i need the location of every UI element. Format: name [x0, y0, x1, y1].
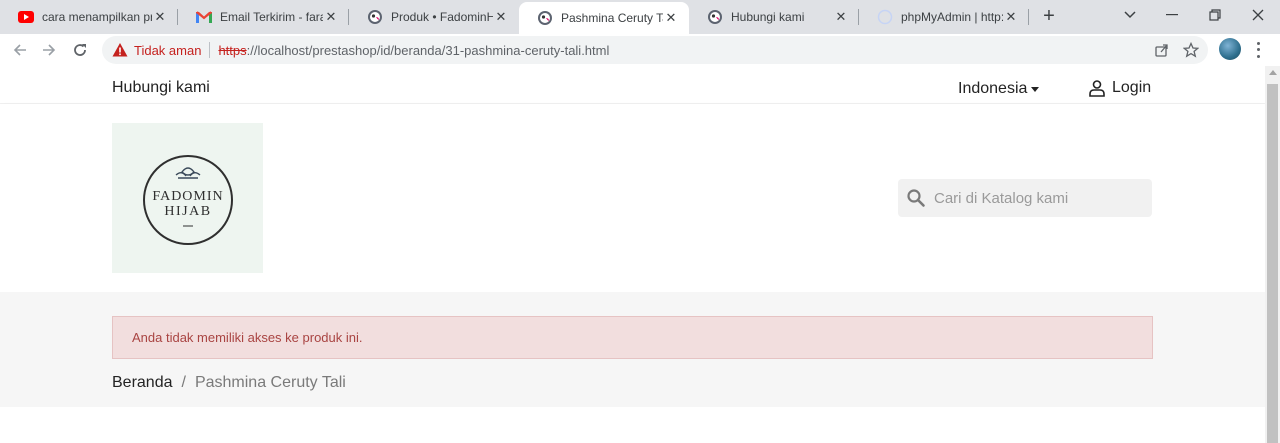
restore-icon[interactable]	[1200, 0, 1230, 30]
close-icon[interactable]: ✕	[833, 9, 849, 25]
logo-text-line1: FADOMIN	[152, 189, 223, 204]
address-bar[interactable]: Tidak aman https://localhost/prestashop/…	[102, 36, 1208, 64]
tab-search-icon[interactable]	[1115, 0, 1145, 30]
logo-emblem: FADOMIN HIJAB	[142, 155, 233, 245]
tab-hubungi[interactable]: Hubungi kami ✕	[689, 0, 859, 34]
reload-icon[interactable]	[69, 39, 91, 61]
tab-label: Hubungi kami	[731, 10, 805, 24]
prestashop-icon	[707, 9, 723, 25]
vertical-scrollbar[interactable]	[1265, 66, 1280, 443]
prestashop-icon	[367, 9, 383, 25]
tab-divider	[1028, 9, 1029, 25]
scrollbar-thumb[interactable]	[1267, 84, 1278, 443]
breadcrumb-home[interactable]: Beranda	[112, 374, 173, 392]
header-main: FADOMIN HIJAB	[0, 104, 1265, 292]
browser-toolbar: Tidak aman https://localhost/prestashop/…	[0, 34, 1280, 66]
contact-link[interactable]: Hubungi kami	[112, 79, 210, 97]
url-scheme: https	[218, 42, 247, 58]
youtube-icon	[18, 9, 34, 25]
tab-label: Pashmina Ceruty Tali	[561, 11, 663, 25]
user-icon	[1089, 80, 1105, 97]
login-link[interactable]: Login	[1088, 79, 1151, 97]
tab-produk[interactable]: Produk • FadominHija ✕	[349, 0, 519, 34]
close-icon[interactable]: ✕	[152, 9, 168, 25]
tab-pashmina[interactable]: Pashmina Ceruty Tali ✕	[519, 2, 689, 34]
share-icon[interactable]	[1154, 42, 1170, 58]
breadcrumb: Beranda / Pashmina Ceruty Tali	[112, 374, 346, 392]
alert-message: Anda tidak memiliki akses ke produk ini.	[132, 330, 363, 345]
tab-label: phpMyAdmin | http://	[901, 10, 1003, 24]
menu-kebab-icon[interactable]	[1252, 40, 1264, 60]
omnibox-divider	[209, 42, 211, 58]
language-label: Indonesia	[958, 80, 1028, 97]
tab-youtube[interactable]: cara menampilkan pro ✕	[0, 0, 178, 34]
close-window-icon[interactable]	[1243, 0, 1273, 30]
close-icon[interactable]: ✕	[323, 9, 339, 25]
gmail-icon	[196, 9, 212, 25]
warning-icon	[112, 43, 128, 57]
search-icon[interactable]	[906, 188, 926, 208]
search-input[interactable]	[934, 189, 1144, 207]
search-widget	[898, 179, 1152, 217]
access-denied-alert: Anda tidak memiliki akses ke produk ini.	[112, 316, 1153, 359]
close-icon[interactable]: ✕	[1003, 9, 1019, 25]
back-arrow-icon[interactable]	[9, 39, 31, 61]
page-viewport: Hubungi kami Indonesia Login FADOMIN HIJ…	[0, 66, 1280, 443]
prestashop-icon	[537, 10, 553, 26]
tab-label: Email Terkirim - faradi	[220, 10, 323, 24]
store-logo[interactable]: FADOMIN HIJAB	[112, 123, 263, 273]
close-icon[interactable]: ✕	[493, 9, 509, 25]
page-body	[0, 407, 1265, 443]
new-tab-button[interactable]: +	[1037, 4, 1061, 28]
language-selector[interactable]: Indonesia	[958, 80, 1040, 98]
bookmark-star-icon[interactable]	[1183, 42, 1199, 58]
minimize-icon[interactable]	[1157, 0, 1187, 30]
tab-strip: cara menampilkan pro ✕ Email Terkirim - …	[0, 0, 1280, 34]
close-icon[interactable]: ✕	[663, 10, 679, 26]
tab-label: Produk • FadominHija	[391, 10, 493, 24]
tab-gmail[interactable]: Email Terkirim - faradi ✕	[178, 0, 349, 34]
header-nav: Hubungi kami Indonesia Login	[0, 66, 1265, 104]
security-status[interactable]: Tidak aman	[134, 43, 201, 58]
caret-down-icon	[1031, 86, 1040, 92]
breadcrumb-separator: /	[181, 374, 186, 391]
tab-phpmyadmin[interactable]: phpMyAdmin | http:// ✕	[859, 0, 1029, 34]
logo-text-line2: HIJAB	[164, 204, 211, 219]
tab-label: cara menampilkan pro	[42, 10, 152, 24]
profile-avatar[interactable]	[1219, 38, 1241, 60]
scroll-up-arrow-icon[interactable]	[1269, 70, 1277, 75]
loading-icon	[877, 9, 893, 25]
breadcrumb-current: Pashmina Ceruty Tali	[194, 374, 346, 391]
login-label: Login	[1112, 79, 1152, 96]
content-wrapper: Anda tidak memiliki akses ke produk ini.…	[0, 292, 1265, 407]
forward-arrow-icon[interactable]	[38, 39, 60, 61]
url-path: ://localhost/prestashop/id/beranda/31-pa…	[246, 42, 610, 58]
